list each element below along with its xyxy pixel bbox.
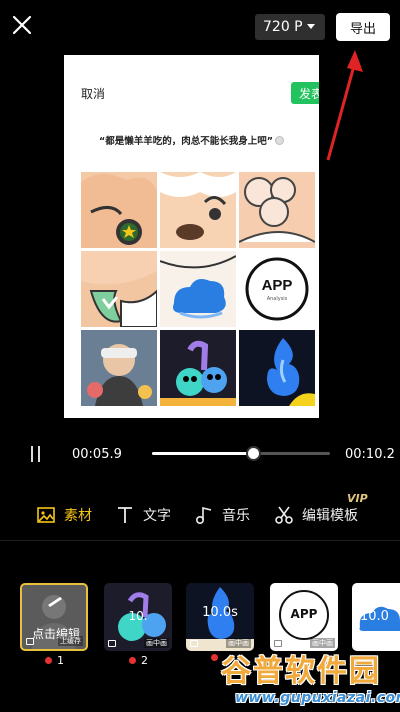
watermark: 谷普软件园 www.gupuxiazai.com xyxy=(215,640,400,712)
image-badge-icon xyxy=(190,640,198,647)
text-icon xyxy=(118,507,132,523)
material-duration: 10.0 xyxy=(360,609,389,624)
vip-badge: VIP xyxy=(347,492,368,505)
tab-text-label: 文字 xyxy=(143,508,171,524)
preview-caption: “都是懒羊羊吃的，肉总不能长我身上吧” xyxy=(64,133,319,147)
app-logo-text: APP xyxy=(261,277,293,294)
pause-icon[interactable] xyxy=(28,446,44,462)
watermark-url: www.gupuxiazai.com xyxy=(235,690,400,706)
tab-edit-template-label: 编辑模板 xyxy=(302,508,358,524)
close-icon[interactable] xyxy=(10,13,34,37)
tab-edit-template[interactable]: 编辑模板 xyxy=(274,500,358,530)
grid-image-5 xyxy=(160,251,236,327)
tab-music[interactable]: 音乐 xyxy=(194,500,250,530)
grid-image-6-app-logo: APP Analysis xyxy=(239,251,315,327)
index-number: 1 xyxy=(57,654,64,667)
resolution-dropdown[interactable]: 720 P xyxy=(255,14,325,40)
material-tag: 上缓存 xyxy=(58,636,83,646)
material-thumb-2[interactable]: 10. 画中画 xyxy=(104,583,172,651)
grid-image-8 xyxy=(160,330,236,406)
export-button[interactable]: 导出 xyxy=(336,13,390,41)
grid-image-1 xyxy=(81,172,157,248)
progress-knob[interactable] xyxy=(246,446,262,461)
material-thumb-1[interactable]: 点击编辑 上缓存 xyxy=(20,583,88,651)
current-time: 00:05.9 xyxy=(72,447,122,462)
tab-music-label: 音乐 xyxy=(222,508,250,524)
video-preview[interactable]: 取消 发表 “都是懒羊羊吃的，肉总不能长我身上吧” APP Analysis xyxy=(64,55,319,418)
progress-slider[interactable] xyxy=(152,446,330,461)
image-badge-icon xyxy=(108,640,116,647)
preview-caption-text: “都是懒羊羊吃的，肉总不能长我身上吧” xyxy=(99,136,273,147)
red-dot-icon xyxy=(45,657,52,664)
grid-image-2 xyxy=(160,172,236,248)
music-icon xyxy=(195,506,212,525)
resolution-value: 720 P xyxy=(263,19,303,35)
material-tag: 画中画 xyxy=(144,638,169,648)
scissors-icon xyxy=(275,506,293,524)
image-badge-icon xyxy=(26,638,34,645)
grid-image-3 xyxy=(239,172,315,248)
material-duration: 10. xyxy=(128,609,148,623)
preview-post-badge: 发表 xyxy=(291,82,319,104)
progress-fill xyxy=(152,452,254,455)
image-icon xyxy=(37,507,55,523)
grid-image-9 xyxy=(239,330,315,406)
total-time: 00:10.2 xyxy=(345,447,395,462)
image-grid: APP Analysis xyxy=(81,172,317,410)
emoji-icon xyxy=(275,136,284,145)
material-app-logo-text: APP xyxy=(290,607,318,621)
divider xyxy=(0,540,400,541)
red-dot-icon xyxy=(129,657,136,664)
preview-cancel-label: 取消 xyxy=(81,87,106,101)
material-index-1: 1 xyxy=(45,654,64,667)
material-duration: 10.0s xyxy=(202,605,238,620)
tool-tabs: 素材 文字 音乐 编辑模板 xyxy=(0,500,400,530)
watermark-title: 谷普软件园 xyxy=(221,654,381,689)
tab-text[interactable]: 文字 xyxy=(115,500,171,530)
index-number: 2 xyxy=(141,654,148,667)
caret-down-icon xyxy=(307,24,315,29)
app-logo-subtext: Analysis xyxy=(266,296,288,302)
grid-image-4 xyxy=(81,251,157,327)
tab-material[interactable]: 素材 xyxy=(36,500,92,530)
material-index-2: 2 xyxy=(129,654,148,667)
grid-image-7 xyxy=(81,330,157,406)
tab-material-label: 素材 xyxy=(64,508,92,524)
